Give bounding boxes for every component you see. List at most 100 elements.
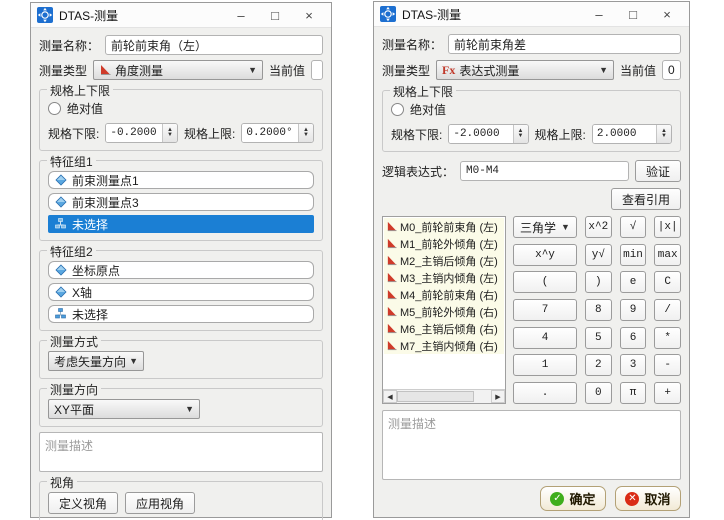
scrollbar-thumb[interactable] [397,391,474,402]
upper-limit-input[interactable] [593,125,656,143]
validate-button[interactable]: 验证 [635,160,681,182]
calc-button-root[interactable]: y√ [585,244,612,266]
current-value-label: 当前值 [620,62,656,79]
calc-button-pi[interactable]: π [620,382,647,404]
calc-button-close-paren[interactable]: ) [585,271,612,293]
calc-button-7[interactable]: 7 [513,299,577,321]
measure-type-combobox[interactable]: Fx 表达式测量 ▼ [436,60,614,80]
list-item[interactable]: M3_主销内倾角 (左) [384,269,504,286]
calc-button-pow[interactable]: x^y [513,244,577,266]
calc-button-8[interactable]: 8 [585,299,612,321]
maximize-button[interactable]: □ [261,8,289,23]
scroll-left-icon[interactable]: ◀ [383,390,397,403]
trig-functions-dropdown[interactable]: 三角学▼ [513,216,577,238]
list-item[interactable]: M0_前轮前束角 (左) [384,218,504,235]
minimize-button[interactable]: – [227,8,255,23]
minimize-button[interactable]: – [585,7,613,22]
list-item[interactable]: M5_前轮外倾角 (右) [384,303,504,320]
upper-limit-spinner[interactable]: ▲▼ [241,123,314,143]
feature-item[interactable]: 坐标原点 [48,261,314,279]
calc-button-min[interactable]: min [620,244,647,266]
calc-button-add[interactable]: + [654,382,681,404]
description-textarea[interactable] [382,410,681,480]
calc-button-e[interactable]: e [620,271,647,293]
tree-icon [55,308,67,320]
calc-button-decimal[interactable]: . [513,382,577,404]
apply-view-button[interactable]: 应用视角 [125,492,195,514]
calc-button-multiply[interactable]: * [654,327,681,349]
description-textarea[interactable] [39,432,323,472]
calc-button-2[interactable]: 2 [585,354,612,376]
feature-item-label: 坐标原点 [72,262,120,279]
absolute-value-label: 绝对值 [410,101,446,118]
scroll-right-icon[interactable]: ▶ [491,390,505,403]
feature-item[interactable]: 前束测量点3 [48,193,314,211]
list-item[interactable]: M4_前轮前束角 (右) [384,286,504,303]
lower-limit-spinner[interactable]: ▲▼ [448,124,528,144]
name-input[interactable] [105,35,323,55]
spinner-arrows-icon[interactable]: ▲▼ [513,125,528,143]
spinner-arrows-icon[interactable]: ▲▼ [298,124,313,142]
list-item-label: M2_主销后倾角 (左) [400,253,498,269]
current-value-input[interactable] [311,60,323,80]
spec-limits-title: 规格上下限 [47,82,113,99]
list-item[interactable]: M2_主销后倾角 (左) [384,252,504,269]
window-title: DTAS-测量 [402,6,579,23]
ok-button[interactable]: ✓ 确定 [540,486,606,511]
maximize-button[interactable]: □ [619,7,647,22]
feature-item[interactable]: 前束测量点1 [48,171,314,189]
calc-button-abs[interactable]: |x| [654,216,681,238]
calc-button-sqrt[interactable]: √ [620,216,647,238]
calc-button-6[interactable]: 6 [620,327,647,349]
lower-limit-input[interactable] [106,124,162,142]
absolute-value-label: 绝对值 [67,100,103,117]
right-titlebar[interactable]: DTAS-测量 – □ × [374,2,689,27]
type-label: 测量类型 [382,62,430,79]
list-item[interactable]: M6_主销后倾角 (右) [384,320,504,337]
calc-button-square[interactable]: x^2 [585,216,612,238]
current-value-input[interactable] [662,60,681,80]
list-item[interactable]: M1_前轮外倾角 (左) [384,235,504,252]
calc-button-clear[interactable]: C [654,271,681,293]
feature-item[interactable]: 未选择 [48,305,314,323]
spinner-arrows-icon[interactable]: ▲▼ [656,125,671,143]
calc-button-5[interactable]: 5 [585,327,612,349]
measure-direction-title: 测量方向 [47,381,101,398]
horizontal-scrollbar[interactable]: ◀ ▶ [383,389,505,403]
upper-limit-spinner[interactable]: ▲▼ [592,124,672,144]
calc-button-0[interactable]: 0 [585,382,612,404]
chevron-down-icon: ▼ [248,65,257,75]
calc-button-subtract[interactable]: - [654,354,681,376]
spinner-arrows-icon[interactable]: ▲▼ [162,124,177,142]
calc-button-max[interactable]: max [654,244,681,266]
left-titlebar[interactable]: DTAS-测量 – □ × [31,3,331,28]
list-item[interactable]: M7_主销内倾角 (右) [384,337,504,354]
feature-item-selected[interactable]: 未选择 [48,215,314,233]
measure-method-value: 考虑矢量方向 [54,353,125,370]
name-input[interactable] [448,34,681,54]
calc-button-1[interactable]: 1 [513,354,577,376]
calc-button-divide[interactable]: / [654,299,681,321]
close-button[interactable]: × [295,8,323,23]
lower-limit-spinner[interactable]: ▲▼ [105,123,178,143]
define-view-button[interactable]: 定义视角 [48,492,118,514]
measure-direction-combobox[interactable]: XY平面 ▼ [48,399,200,419]
measure-type-combobox[interactable]: 角度测量 ▼ [93,60,263,80]
view-references-button[interactable]: 查看引用 [611,188,681,210]
expression-input[interactable] [460,161,629,181]
tree-icon [55,218,67,230]
close-button[interactable]: × [653,7,681,22]
cancel-button[interactable]: ✕ 取消 [615,486,681,511]
upper-limit-input[interactable] [242,124,298,142]
measure-list[interactable]: M0_前轮前束角 (左) M1_前轮外倾角 (左) M2_主销后倾角 (左) M… [382,216,506,404]
calc-button-open-paren[interactable]: ( [513,271,577,293]
calc-button-9[interactable]: 9 [620,299,647,321]
absolute-value-radio[interactable] [391,103,404,116]
measure-method-combobox[interactable]: 考虑矢量方向 ▼ [48,351,144,371]
calc-button-4[interactable]: 4 [513,327,577,349]
calc-button-3[interactable]: 3 [620,354,647,376]
feature-item[interactable]: X轴 [48,283,314,301]
angle-measure-icon [386,272,397,283]
absolute-value-radio[interactable] [48,102,61,115]
lower-limit-input[interactable] [449,125,512,143]
